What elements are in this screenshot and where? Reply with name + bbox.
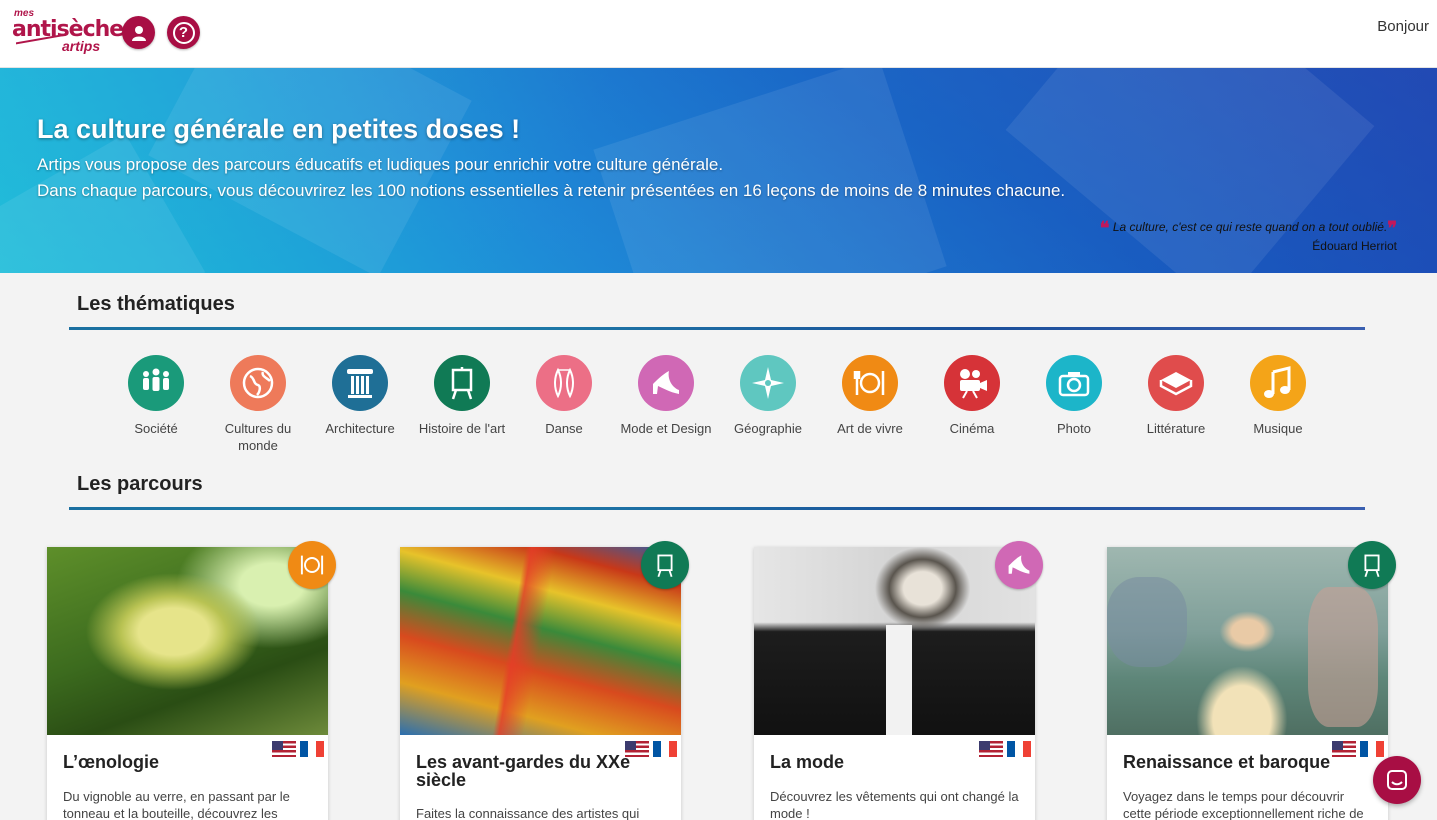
theme-label: Architecture [325, 421, 395, 436]
easel-icon [1348, 541, 1396, 589]
french-flag-icon[interactable] [653, 741, 677, 757]
themes-divider [69, 327, 1365, 330]
easel-icon [641, 541, 689, 589]
book-icon [1148, 355, 1204, 411]
hero-banner: La culture générale en petites doses ! A… [0, 68, 1437, 273]
plate-icon [288, 541, 336, 589]
quote-author: Édouard Herriot [1312, 239, 1397, 253]
theme-label: Art de vivre [837, 421, 903, 436]
theme-danse[interactable]: Danse [513, 355, 615, 437]
theme-cinema[interactable]: Cinéma [921, 355, 1023, 437]
course-title: L’œnologie [63, 752, 159, 772]
logo-text-artips: artips [62, 38, 101, 54]
music-note-icon [1250, 355, 1306, 411]
plate-icon [842, 355, 898, 411]
camera-icon [1046, 355, 1102, 411]
theme-label: Société [134, 421, 178, 436]
course-image-birth-of-venus [1107, 547, 1388, 735]
theme-geographie[interactable]: Géographie [717, 355, 819, 437]
banner-quote: ❝ La culture, c'est ce qui reste quand o… [1100, 218, 1397, 253]
theme-label: Histoire de l'art [418, 421, 506, 436]
course-title: Les avant-gardes du XXe siècle [416, 752, 631, 790]
theme-label: Littérature [1146, 421, 1206, 436]
french-flag-icon[interactable] [300, 741, 324, 757]
theme-label: Cultures du monde [224, 421, 292, 453]
theme-architecture[interactable]: Architecture [309, 355, 411, 437]
theme-label: Danse [545, 421, 583, 436]
question-mark-icon: ? [172, 21, 195, 44]
easel-icon [434, 355, 490, 411]
course-image-fashion-portrait [754, 547, 1035, 735]
theme-label: Musique [1253, 421, 1303, 436]
course-title: La mode [770, 752, 845, 772]
course-card-renaissance[interactable]: Renaissance et baroque Voyagez dans le t… [1107, 541, 1396, 820]
theme-art-de-vivre[interactable]: Art de vivre [819, 355, 921, 437]
chat-launcher-button[interactable] [1373, 756, 1421, 804]
globe-icon [230, 355, 286, 411]
open-quote-icon: ❝ [1099, 218, 1110, 238]
quote-text: La culture, c'est ce qui reste quand on … [1112, 220, 1388, 234]
banner-title: La culture générale en petites doses ! [37, 114, 521, 144]
theme-musique[interactable]: Musique [1227, 355, 1329, 437]
column-icon [332, 355, 388, 411]
theme-cultures-du-monde[interactable]: Cultures du monde [207, 355, 309, 454]
courses-section-title: Les parcours [77, 473, 203, 495]
top-header: mes antisèches artips ? Bonjour [0, 0, 1437, 68]
theme-litterature[interactable]: Littérature [1125, 355, 1227, 437]
chat-icon [1387, 770, 1407, 790]
theme-label: Cinéma [949, 421, 995, 436]
course-image-grapes [47, 547, 328, 735]
themes-section-title: Les thématiques [77, 293, 235, 315]
help-button[interactable]: ? [167, 16, 200, 49]
theme-label: Photo [1057, 421, 1091, 436]
course-description: Voyagez dans le temps pour découvrir cet… [1123, 789, 1364, 820]
close-quote-icon: ❞ [1387, 218, 1397, 238]
compass-rose-icon [740, 355, 796, 411]
user-account-button[interactable] [122, 16, 155, 49]
course-image-fauvist-painting [400, 547, 681, 735]
theme-label: Mode et Design [620, 421, 712, 436]
high-heel-icon [638, 355, 694, 411]
theme-photo[interactable]: Photo [1023, 355, 1125, 437]
artips-logo[interactable]: mes antisèches artips [10, 8, 136, 57]
course-card-avant-gardes[interactable]: Les avant-gardes du XXe siècle Faites la… [400, 541, 689, 820]
course-description: Découvrez les vêtements qui ont changé l… [770, 789, 1019, 820]
greeting-text: Bonjour [1377, 18, 1429, 35]
courses-divider [69, 507, 1365, 510]
theme-societe[interactable]: Société [105, 355, 207, 437]
people-icon [128, 355, 184, 411]
french-flag-icon[interactable] [1007, 741, 1031, 757]
course-card-oenologie[interactable]: L’œnologie Du vignoble au verre, en pass… [47, 541, 336, 820]
course-title: Renaissance et baroque [1123, 752, 1331, 772]
course-card-mode[interactable]: La mode Découvrez les vêtements qui ont … [754, 541, 1043, 820]
high-heel-icon [995, 541, 1043, 589]
theme-mode-et-design[interactable]: Mode et Design [615, 355, 717, 437]
themes-list: Société Cultures du monde Architecture H… [105, 355, 1335, 465]
french-flag-icon[interactable] [1360, 741, 1384, 757]
ballet-shoes-icon [536, 355, 592, 411]
banner-description-line1: Artips vous propose des parcours éducati… [37, 155, 724, 174]
movie-camera-icon [944, 355, 1000, 411]
user-icon [131, 25, 146, 41]
course-description: Faites la connaissance des artistes qui [416, 806, 640, 820]
course-description: Du vignoble au verre, en passant par le … [63, 789, 290, 820]
theme-histoire-de-lart[interactable]: Histoire de l'art [411, 355, 513, 437]
theme-label: Géographie [734, 421, 802, 436]
banner-description-line2: Dans chaque parcours, vous découvrirez l… [37, 181, 1066, 200]
